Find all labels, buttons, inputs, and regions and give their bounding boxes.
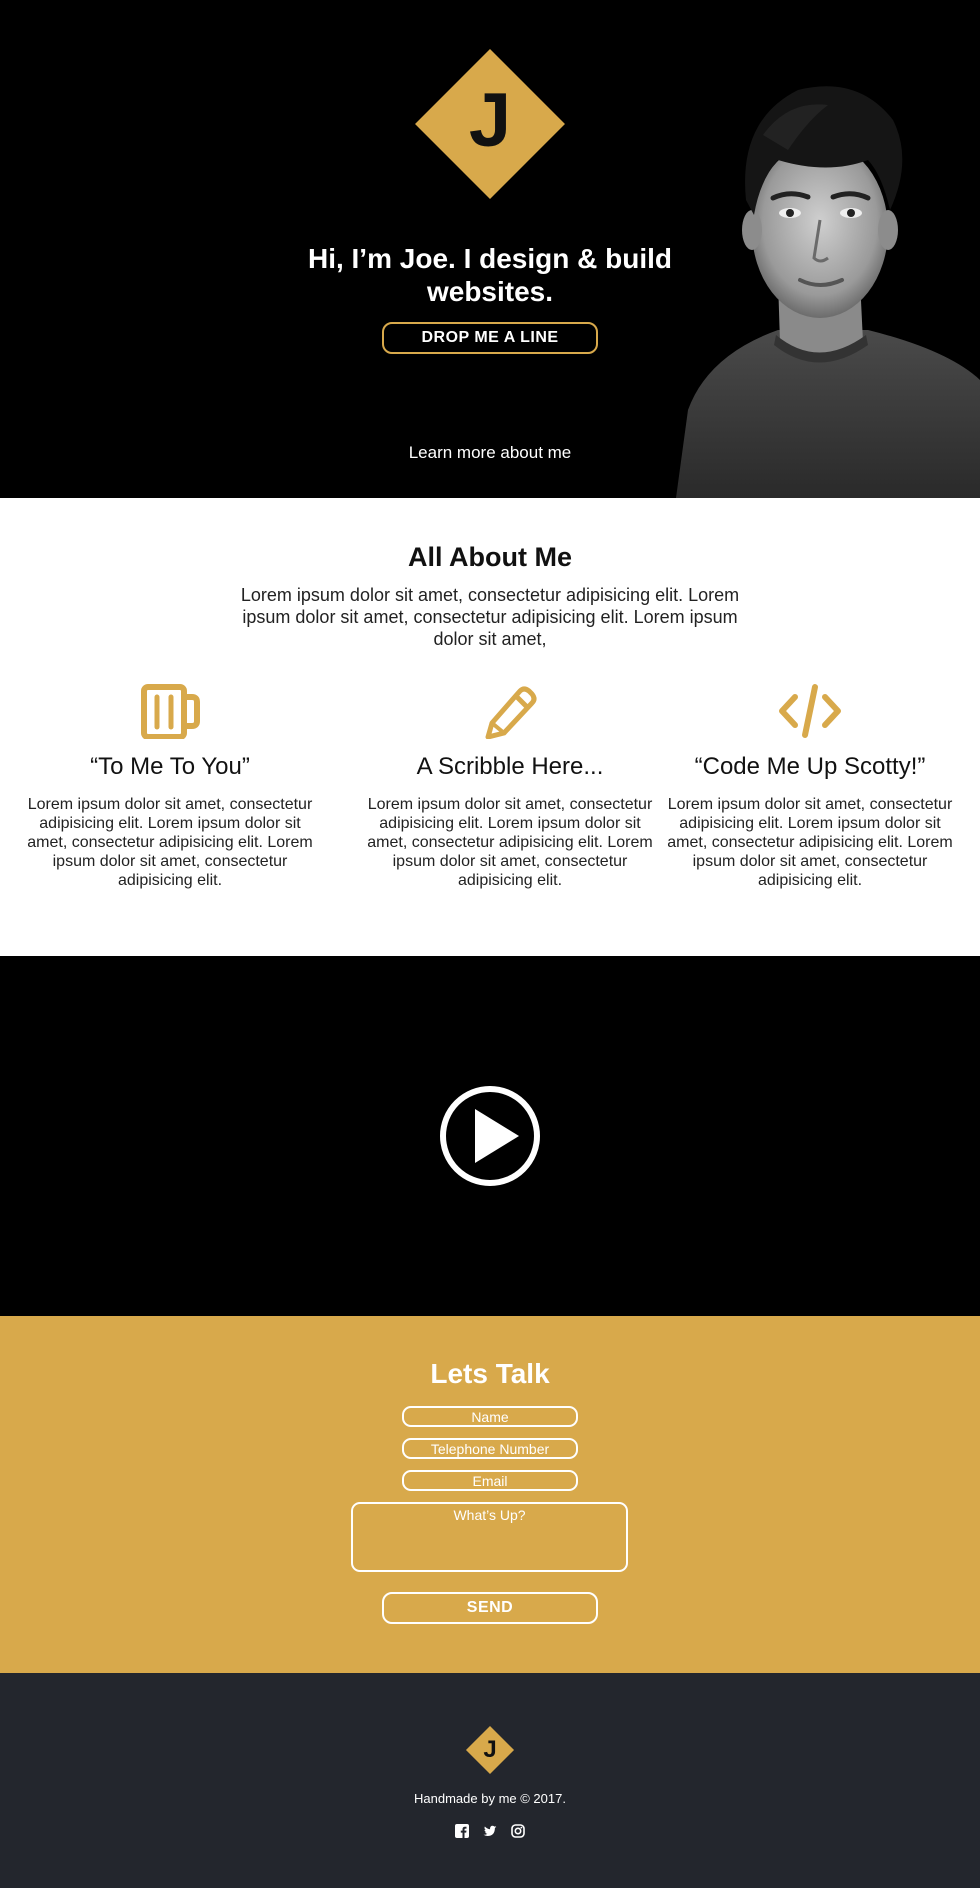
beer-mug-icon — [141, 684, 200, 739]
send-button[interactable]: SEND — [382, 1592, 598, 1624]
social-links — [455, 1824, 525, 1840]
learn-more-link[interactable]: Learn more about me — [340, 443, 640, 463]
hero-section: J Hi, I’m Joe. I design & build websites… — [0, 0, 980, 498]
pencil-icon — [485, 686, 537, 739]
feature-text: Lorem ipsum dolor sit amet, con­sectetur… — [27, 796, 313, 889]
play-icon[interactable] — [439, 1085, 541, 1187]
twitter-icon[interactable] — [483, 1824, 497, 1838]
feature-text: Lorem ipsum dolor sit amet, con­sectetur… — [667, 796, 953, 889]
drop-me-a-line-button[interactable]: DROP ME A LINE — [382, 322, 598, 354]
about-intro: Lorem ipsum dolor sit amet, consectetur … — [240, 585, 740, 649]
video-section — [0, 956, 980, 1316]
name-input[interactable] — [402, 1406, 578, 1427]
contact-title: Lets Talk — [430, 1358, 550, 1389]
code-icon — [779, 684, 841, 738]
copyright-text: Handmade by me © 2017. — [414, 1791, 566, 1806]
feature-card: “Code Me Up Scotty!” Lorem ipsum dolor s… — [665, 683, 955, 890]
footer-logo-letter: J — [483, 1736, 497, 1763]
logo-letter: J — [468, 78, 512, 163]
feature-text: Lorem ipsum dolor sit amet, con­sectetur… — [367, 796, 653, 889]
feature-title: A Scribble Here... — [416, 753, 604, 780]
portrait-image — [676, 86, 980, 498]
about-title: All About Me — [408, 542, 572, 572]
logo[interactable]: J — [415, 49, 565, 199]
footer: J Handmade by me © 2017. — [0, 1673, 980, 1888]
hero-title: Hi, I’m Joe. I design & build websites. — [307, 243, 673, 307]
feature-title: “To Me To You” — [90, 753, 250, 780]
feature-title: “Code Me Up Scotty!” — [694, 753, 926, 780]
email-input[interactable] — [402, 1470, 578, 1491]
feature-card: “To Me To You” Lorem ipsum dolor sit ame… — [25, 683, 315, 890]
message-textarea[interactable] — [351, 1502, 628, 1572]
facebook-icon[interactable] — [455, 1824, 469, 1838]
telephone-input[interactable] — [402, 1438, 578, 1459]
footer-logo[interactable]: J — [465, 1725, 515, 1775]
contact-section: Lets Talk SEND — [0, 1316, 980, 1673]
feature-card: A Scribble Here... Lorem ipsum dolor sit… — [365, 683, 655, 890]
about-section: All About Me Lorem ipsum dolor sit amet,… — [0, 498, 980, 956]
instagram-icon[interactable] — [511, 1824, 525, 1838]
